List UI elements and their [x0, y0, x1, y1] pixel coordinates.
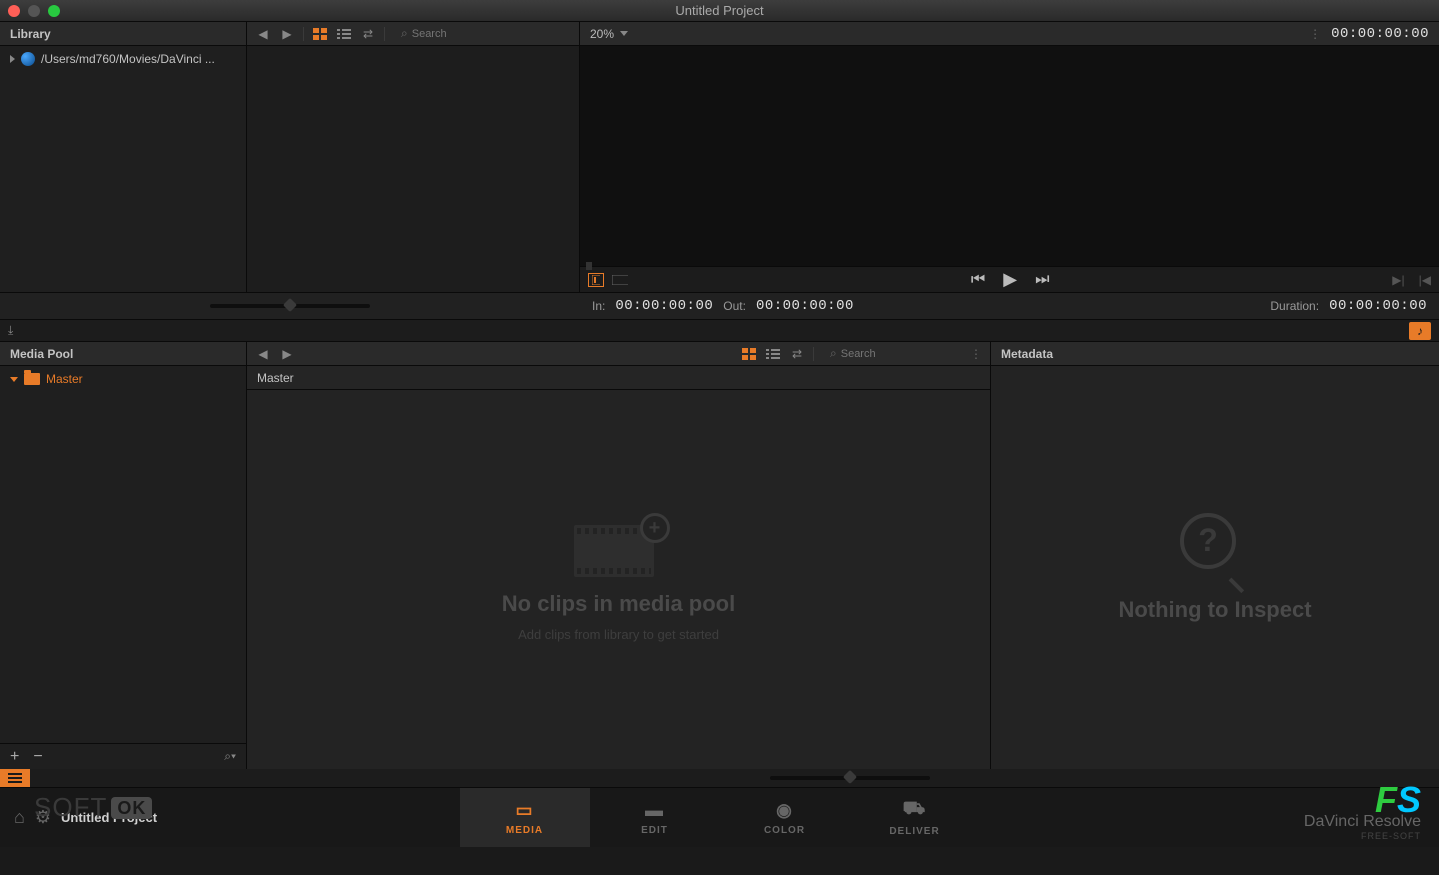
master-bin-item[interactable]: Master — [10, 372, 236, 386]
disclosure-icon[interactable] — [10, 55, 15, 63]
nav-back-icon[interactable]: ◀ — [255, 347, 271, 361]
options-icon[interactable]: ⇄ — [789, 347, 805, 361]
viewer-toolbar: 20% ⋮ 00:00:00:00 — [580, 22, 1439, 46]
viewer-panel: 20% ⋮ 00:00:00:00 ⏮ ▶ ⏭ ▶| |◀ — [580, 22, 1439, 292]
timecode-bar: In: 00:00:00:00 Out: 00:00:00:00 Duratio… — [0, 292, 1439, 320]
magnifier-icon: ? — [1180, 513, 1250, 583]
bin-search-icon[interactable]: ⌕▾ — [224, 749, 236, 764]
tab-label: EDIT — [641, 825, 668, 836]
titlebar: Untitled Project — [0, 0, 1439, 22]
prev-clip-icon[interactable]: ⏮ — [971, 271, 985, 289]
empty-pool-subtitle: Add clips from library to get started — [518, 627, 719, 642]
softok-watermark: SOFTOK — [34, 792, 152, 823]
list-view-icon[interactable] — [765, 347, 781, 361]
browser-search-input[interactable] — [412, 28, 571, 40]
metadata-panel: Metadata ? Nothing to Inspect — [991, 342, 1439, 769]
tab-label: COLOR — [764, 825, 805, 836]
metadata-empty-label: Nothing to Inspect — [1118, 597, 1311, 623]
empty-pool-icon: + — [574, 517, 664, 581]
master-bin-label: Master — [46, 372, 83, 386]
globe-icon — [21, 52, 35, 66]
out-timecode[interactable]: 00:00:00:00 — [756, 298, 854, 314]
nav-forward-icon[interactable]: ▶ — [279, 27, 295, 41]
pool-search-input[interactable] — [841, 348, 962, 360]
bin-path-header: Master — [247, 366, 990, 390]
media-tab-icon: ▭ — [515, 800, 533, 821]
thumbnail-size-slider[interactable] — [770, 776, 930, 780]
window-title: Untitled Project — [0, 3, 1439, 18]
page-nav-bar: ⌂ ⚙ Untitled Project ▭ MEDIA ▬ EDIT ◉ CO… — [0, 787, 1439, 847]
library-path-item[interactable]: /Users/md760/Movies/DaVinci ... — [0, 46, 246, 72]
media-pool-panel: ◀ ▶ ⇄ ⌕ ⋮ Master + No clips — [247, 342, 991, 769]
app-brand-label: DaVinci Resolve — [1304, 813, 1421, 831]
nav-forward-icon[interactable]: ▶ — [279, 347, 295, 361]
viewer-menu-icon[interactable]: ⋮ — [1309, 27, 1321, 41]
metadata-header: Metadata — [991, 342, 1439, 366]
tab-deliver[interactable]: ⛟ DELIVER — [850, 788, 980, 847]
thumbnail-view-icon[interactable] — [741, 347, 757, 361]
media-pool-tree-panel: Media Pool Master + − ⌕▾ — [0, 342, 247, 769]
mark-in-icon[interactable]: ▶| — [1392, 273, 1404, 287]
window-minimize-button[interactable] — [28, 5, 40, 17]
timeline-mode-icon[interactable] — [612, 273, 628, 287]
empty-pool-title: No clips in media pool — [502, 591, 735, 617]
metadata-area: ? Nothing to Inspect — [991, 366, 1439, 769]
panel-menu-icon[interactable]: ⋮ — [970, 347, 982, 361]
brand-sub-label: FREE-SOFT — [1304, 831, 1421, 841]
window-zoom-button[interactable] — [48, 5, 60, 17]
viewer-timecode: 00:00:00:00 — [1331, 26, 1429, 42]
mark-out-icon[interactable]: |◀ — [1419, 273, 1431, 287]
tab-media[interactable]: ▭ MEDIA — [460, 788, 590, 847]
search-icon: ⌕ — [401, 26, 408, 41]
home-icon[interactable]: ⌂ — [14, 807, 25, 828]
library-panel: Library /Users/md760/Movies/DaVinci ... — [0, 22, 247, 292]
browser-zoom-slider[interactable] — [210, 304, 370, 308]
deliver-tab-icon: ⛟ — [903, 798, 927, 822]
clip-browser-panel: ◀ ▶ ⇄ ⌕ — [247, 22, 580, 292]
zoom-dropdown-icon[interactable] — [620, 31, 628, 36]
current-bin-label: Master — [257, 371, 294, 385]
nav-back-icon[interactable]: ◀ — [255, 27, 271, 41]
disclosure-icon[interactable] — [10, 377, 18, 382]
add-bin-button[interactable]: + — [10, 748, 19, 766]
media-pool-header: Media Pool — [0, 342, 246, 366]
duration-label: Duration: — [1270, 299, 1319, 313]
list-view-icon[interactable] — [336, 27, 352, 41]
list-toggle-button[interactable] — [0, 769, 30, 787]
next-clip-icon[interactable]: ⏭ — [1035, 271, 1049, 289]
duration-timecode: 00:00:00:00 — [1329, 298, 1427, 314]
source-mode-icon[interactable] — [588, 273, 604, 287]
in-label: In: — [592, 299, 605, 313]
library-header: Library — [0, 22, 246, 46]
media-pool-toolbar: ◀ ▶ ⇄ ⌕ ⋮ — [247, 342, 990, 366]
utility-bar: ⤓ ♪ — [0, 320, 1439, 342]
viewer-controls: ⏮ ▶ ⏭ ▶| |◀ — [580, 266, 1439, 292]
in-timecode[interactable]: 00:00:00:00 — [615, 298, 713, 314]
media-pool-area[interactable]: + No clips in media pool Add clips from … — [247, 390, 990, 769]
library-path-label: /Users/md760/Movies/DaVinci ... — [41, 52, 215, 66]
audio-panel-button[interactable]: ♪ — [1409, 322, 1431, 340]
search-icon: ⌕ — [830, 346, 837, 361]
options-icon[interactable]: ⇄ — [360, 27, 376, 41]
tab-color[interactable]: ◉ COLOR — [720, 788, 850, 847]
import-icon[interactable]: ⤓ — [8, 323, 13, 338]
color-tab-icon: ◉ — [776, 800, 793, 821]
pool-slider-bar — [0, 769, 1439, 787]
edit-tab-icon: ▬ — [645, 800, 664, 821]
viewer-area[interactable] — [580, 46, 1439, 266]
browser-area — [247, 46, 579, 292]
tab-label: MEDIA — [506, 825, 543, 836]
thumbnail-view-icon[interactable] — [312, 27, 328, 41]
out-label: Out: — [723, 299, 746, 313]
zoom-label[interactable]: 20% — [590, 27, 614, 41]
folder-icon — [24, 373, 40, 385]
tab-edit[interactable]: ▬ EDIT — [590, 788, 720, 847]
play-icon[interactable]: ▶ — [1003, 269, 1017, 290]
tab-label: DELIVER — [889, 826, 939, 837]
browser-toolbar: ◀ ▶ ⇄ ⌕ — [247, 22, 579, 46]
remove-bin-button[interactable]: − — [33, 748, 42, 766]
window-close-button[interactable] — [8, 5, 20, 17]
